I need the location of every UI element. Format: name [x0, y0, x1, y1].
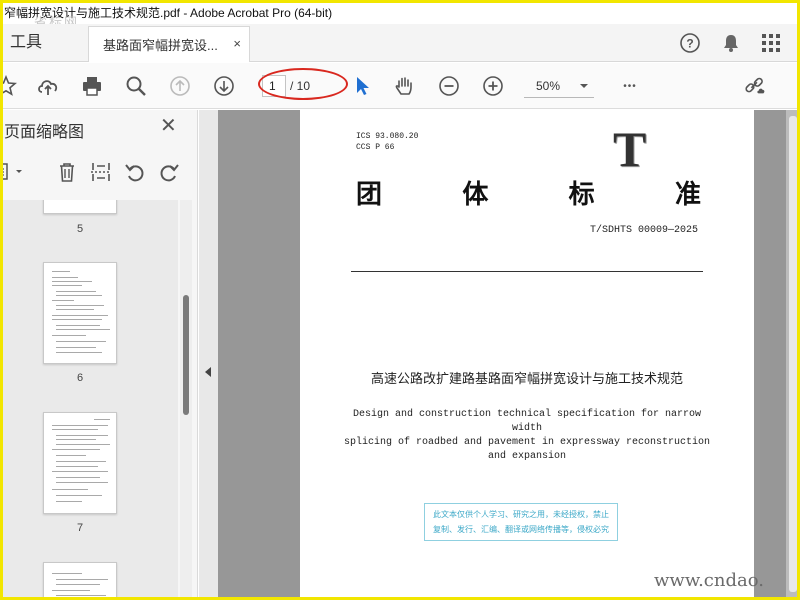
cloud-upload-icon[interactable]: [36, 74, 60, 98]
ccs-code: CCS P 66: [356, 143, 395, 152]
bell-icon[interactable]: [720, 32, 742, 54]
standard-code: T/SDHTS 00009—2025: [589, 225, 698, 236]
tab-document[interactable]: 基路面窄幅拼宽设... ×: [88, 26, 250, 62]
standard-type-char: 体: [462, 180, 489, 210]
standard-letter: T: [613, 121, 647, 177]
rotate-clockwise-icon[interactable]: [157, 160, 181, 184]
thumbnail-page-number: 6: [76, 372, 84, 384]
thumbnail-page-number: 5: [76, 223, 84, 235]
zoom-in-icon[interactable]: [481, 74, 505, 98]
watermark-bottom: www.cndao.: [654, 570, 764, 591]
zoom-value: 50%: [536, 78, 561, 93]
tab-document-label: 基路面窄幅拼宽设...: [103, 38, 218, 53]
page-thumbnail[interactable]: [43, 562, 117, 600]
divider-line: [351, 271, 703, 272]
print-icon[interactable]: [80, 74, 104, 98]
delete-page-icon[interactable]: [55, 160, 79, 184]
title-en-line: Design and construction technical specif…: [352, 409, 702, 434]
zoom-out-icon[interactable]: [437, 74, 461, 98]
document-scrollbar-thumb[interactable]: [789, 116, 797, 592]
collapse-arrow-icon: [205, 367, 211, 377]
standard-type-char: 团: [356, 180, 383, 210]
ics-code: ICS 93.080.20: [356, 132, 419, 141]
share-link-icon[interactable]: [744, 74, 768, 98]
classification-codes: ICS 93.080.20 CCS P 66: [356, 131, 418, 153]
page-thumbnail[interactable]: [43, 200, 117, 214]
title-en-line: and expansion: [487, 451, 566, 462]
tab-close-icon[interactable]: ×: [233, 36, 241, 51]
panel-close-icon[interactable]: ✕: [160, 116, 177, 136]
svg-text:?: ?: [686, 37, 693, 51]
panel-title: 页面缩略图: [4, 124, 85, 141]
thumbnail-scrollbar-thumb[interactable]: [183, 295, 189, 415]
main-toolbar: / 10 •••: [0, 63, 800, 109]
tab-tools[interactable]: 工具: [10, 24, 42, 62]
thumbnail-list: 5 6 7: [0, 200, 178, 600]
page-navigator: / 10: [262, 74, 332, 98]
standard-type-char: 准: [674, 180, 701, 210]
panel-collapse-handle[interactable]: [199, 110, 218, 600]
window-titlebar: 窄幅拼宽设计与施工技术规范.pdf - Adobe Acrobat Pro (6…: [0, 0, 800, 24]
thumbnail-page-number: 7: [76, 522, 84, 534]
thumbnail-options-icon[interactable]: [0, 160, 32, 184]
help-icon[interactable]: ?: [679, 32, 701, 54]
page-thumbnails-panel: 页面缩略图 ✕ 5 6 7: [0, 110, 198, 600]
title-en-line: splicing of roadbed and pavement in expr…: [343, 437, 711, 448]
page-thumbnail[interactable]: [43, 262, 117, 364]
next-page-icon[interactable]: [212, 74, 236, 98]
document-title-en: Design and construction technical specif…: [340, 408, 714, 464]
current-page-input[interactable]: [262, 75, 286, 97]
more-tools-label: •••: [623, 80, 637, 92]
copyright-notice: 此文本仅供个人学习、研究之用，未经授权，禁止 复制、发行、汇编、翻译或网络传播等…: [424, 503, 618, 541]
more-tools-icon[interactable]: •••: [618, 74, 642, 98]
notice-line: 此文本仅供个人学习、研究之用，未经授权，禁止: [433, 510, 609, 519]
standard-type-char: 标: [568, 180, 595, 210]
previous-page-icon[interactable]: [168, 74, 192, 98]
standard-type-heading: 团 体 标 准: [356, 174, 701, 211]
hand-tool-icon[interactable]: [392, 74, 416, 98]
rotate-counterclockwise-icon[interactable]: [123, 160, 147, 184]
chevron-down-icon: [580, 83, 588, 88]
tab-bar: 工具 基路面窄幅拼宽设... × ?: [0, 24, 800, 62]
document-title-cn: 高速公路改扩建路基路面窄幅拼宽设计与施工技术规范: [370, 372, 683, 387]
extract-page-icon[interactable]: [89, 160, 113, 184]
search-icon[interactable]: [124, 74, 148, 98]
notice-line: 复制、发行、汇编、翻译或网络传播等，侵权必究: [433, 525, 609, 534]
document-view: ICS 93.080.20 CCS P 66 T 团 体 标 准 T/SDHTS…: [218, 110, 800, 600]
total-pages: / 10: [290, 79, 311, 93]
apps-grid-icon[interactable]: [760, 32, 782, 54]
zoom-select[interactable]: 50%: [524, 74, 594, 98]
star-icon[interactable]: [0, 74, 18, 98]
page-thumbnail[interactable]: [43, 412, 117, 514]
thumbnail-toolbar: [0, 152, 198, 190]
select-cursor-icon[interactable]: [350, 74, 374, 98]
pdf-page: ICS 93.080.20 CCS P 66 T 团 体 标 准 T/SDHTS…: [300, 110, 754, 600]
